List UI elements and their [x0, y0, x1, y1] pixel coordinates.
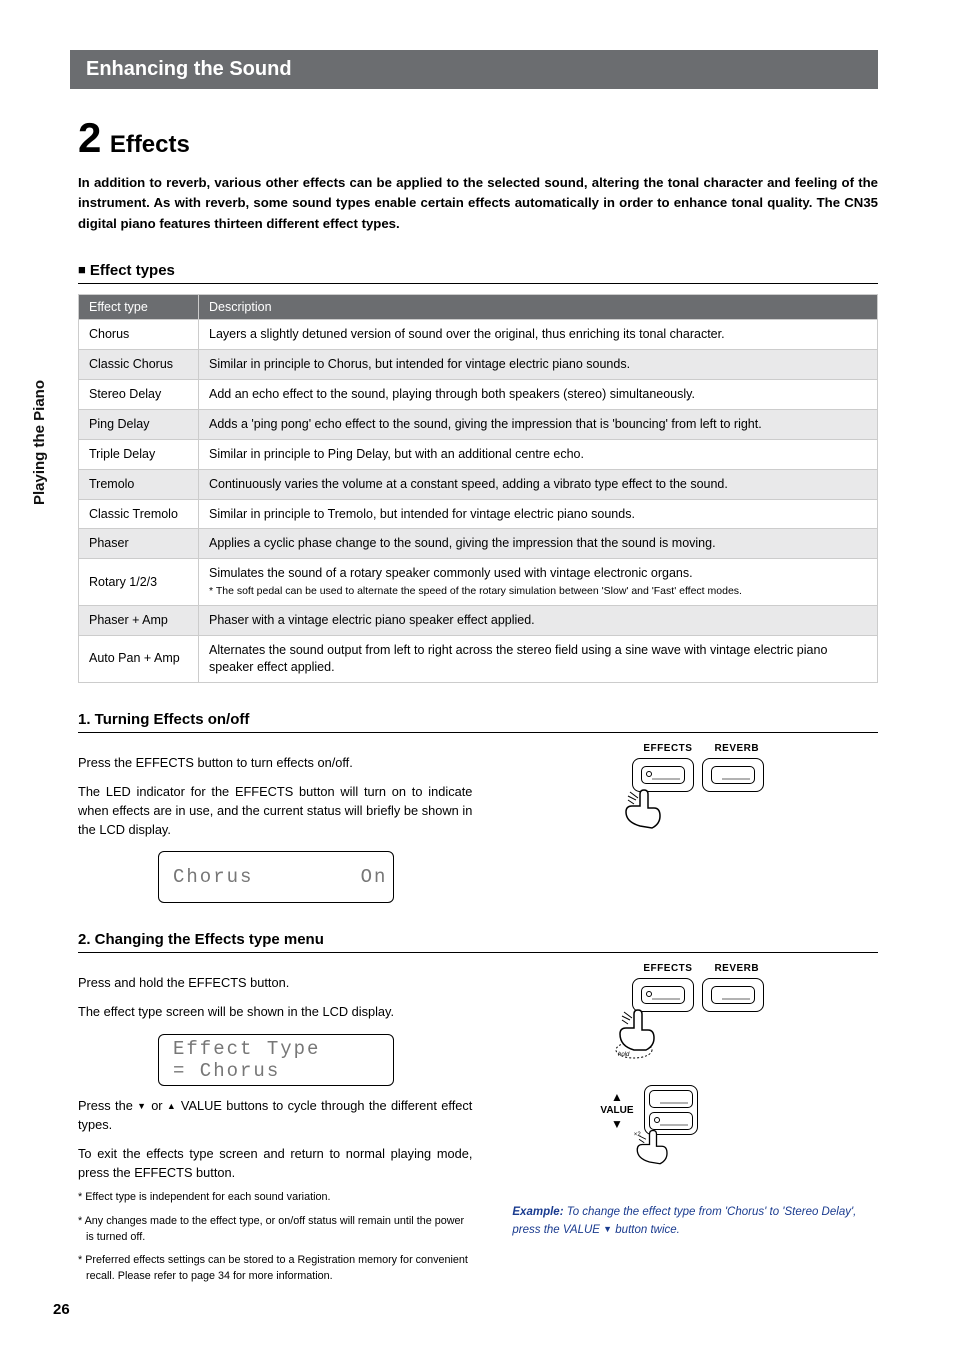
step2-p4: To exit the effects type screen and retu…: [78, 1144, 472, 1182]
effects-button-label: EFFECTS: [643, 743, 692, 754]
value-label: VALUE: [600, 1105, 633, 1116]
finger-press-icon: [620, 786, 668, 834]
table-row: Classic TremoloSimilar in principle to T…: [79, 499, 878, 529]
step1-p2: The LED indicator for the EFFECTS button…: [78, 782, 472, 840]
header-bar: Enhancing the Sound: [70, 50, 878, 89]
finger-press-icon: ×2: [632, 1127, 674, 1169]
table-row: TremoloContinuously varies the volume at…: [79, 469, 878, 499]
reverb-button: [702, 978, 764, 1012]
example-note: Example: To change the effect type from …: [502, 1204, 878, 1239]
table-row: Phaser + AmpPhaser with a vintage electr…: [79, 605, 878, 635]
page-number: 26: [53, 1301, 70, 1318]
table-row: Stereo DelayAdd an echo effect to the so…: [79, 380, 878, 410]
table-row: Triple DelaySimilar in principle to Ping…: [79, 439, 878, 469]
step2-p1: Press and hold the EFFECTS button.: [78, 973, 472, 992]
footnote: * Any changes made to the effect type, o…: [78, 1214, 472, 1245]
section-title: Effects: [110, 131, 190, 159]
finger-hold-icon: hold: [610, 1002, 670, 1062]
section-heading: 2 Effects: [78, 117, 878, 159]
reverb-button: [702, 758, 764, 792]
up-arrow-icon: ▲: [611, 1091, 623, 1103]
footnote: * Effect type is independent for each so…: [78, 1190, 472, 1206]
button-panel-illustration: EFFECTS REVERB hold: [502, 963, 878, 1067]
down-arrow-icon: [603, 1224, 612, 1236]
table-row: Auto Pan + AmpAlternates the sound outpu…: [79, 635, 878, 682]
step2-heading: 2. Changing the Effects type menu: [78, 931, 878, 953]
up-arrow-icon: [167, 1098, 177, 1113]
reverb-button-label: REVERB: [714, 963, 759, 974]
button-panel-illustration: EFFECTS REVERB: [502, 743, 878, 839]
step2-p2: The effect type screen will be shown in …: [78, 1002, 472, 1021]
svg-text:hold: hold: [618, 1052, 630, 1058]
value-down-button: [649, 1112, 693, 1130]
down-arrow-icon: ▼: [611, 1118, 623, 1130]
effects-button-label: EFFECTS: [643, 963, 692, 974]
effect-types-heading: Effect types: [78, 262, 878, 284]
step2-p3: Press the or VALUE buttons to cycle thro…: [78, 1096, 472, 1134]
table-row: ChorusLayers a slightly detuned version …: [79, 320, 878, 350]
table-head-col2: Description: [199, 295, 878, 320]
intro-paragraph: In addition to reverb, various other eff…: [78, 173, 878, 234]
effects-table: Effect type Description ChorusLayers a s…: [78, 294, 878, 682]
down-arrow-icon: [137, 1098, 147, 1113]
section-number: 2: [78, 117, 101, 159]
value-up-button: [649, 1090, 693, 1108]
footnote: * Preferred effects settings can be stor…: [78, 1253, 472, 1284]
sidebar-tab: Playing the Piano: [31, 380, 48, 505]
step1-heading: 1. Turning Effects on/off: [78, 711, 878, 733]
table-row: Ping DelayAdds a 'ping pong' echo effect…: [79, 409, 878, 439]
lcd-display: Chorus On: [158, 851, 394, 903]
table-row: Rotary 1/2/3Simulates the sound of a rot…: [79, 559, 878, 606]
table-head-col1: Effect type: [79, 295, 199, 320]
table-row: Classic ChorusSimilar in principle to Ch…: [79, 350, 878, 380]
reverb-button-label: REVERB: [714, 743, 759, 754]
step1-p1: Press the EFFECTS button to turn effects…: [78, 753, 472, 772]
table-row: PhaserApplies a cyclic phase change to t…: [79, 529, 878, 559]
lcd-display: Effect Type= Chorus: [158, 1034, 394, 1086]
